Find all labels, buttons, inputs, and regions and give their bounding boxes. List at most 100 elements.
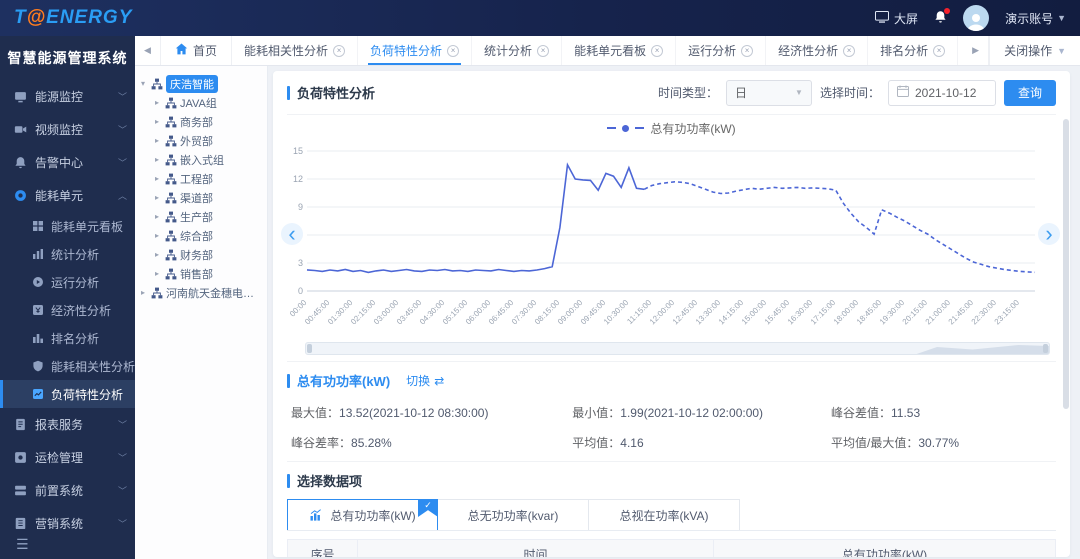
stat-value: 85.28%: [351, 436, 392, 450]
title-accent-bar: [287, 473, 290, 488]
stat-item-2: 峰谷差值：11.53: [831, 404, 1056, 421]
close-icon[interactable]: ×: [741, 44, 754, 57]
sidebar-item-7[interactable]: 营销系统 ﹀: [0, 507, 135, 529]
avatar[interactable]: [963, 5, 990, 31]
sidebar-item-0[interactable]: 能源监控 ﹀: [0, 80, 135, 113]
sidebar-item-5[interactable]: 运检管理 ﹀: [0, 441, 135, 474]
close-operations-dropdown[interactable]: 关闭操作 ▼: [990, 42, 1080, 59]
close-icon[interactable]: ×: [933, 44, 946, 57]
tree-node-label: 嵌入式组: [180, 154, 224, 167]
caret-right-icon: ▸: [155, 117, 160, 126]
tab-4[interactable]: 运行分析 ×: [676, 36, 767, 65]
tree-node-0-8[interactable]: ▸ 财务部: [141, 245, 263, 264]
query-button[interactable]: 查询: [1003, 79, 1056, 106]
caret-right-icon: ▸: [155, 250, 160, 259]
tree-node-0-9[interactable]: ▸ 销售部: [141, 264, 263, 283]
chart-prev-button[interactable]: ‹: [281, 223, 303, 245]
vertical-scrollbar[interactable]: [1063, 119, 1069, 409]
tree-node-0-5[interactable]: ▸ 渠道部: [141, 188, 263, 207]
report-icon: [14, 418, 27, 431]
tree-node-0-0[interactable]: ▸ JAVA组: [141, 93, 263, 112]
sidebar-item-4[interactable]: 报表服务 ﹀: [0, 408, 135, 441]
tab-home[interactable]: 首页: [161, 36, 233, 65]
tab-0[interactable]: 能耗相关性分析 ×: [232, 36, 359, 65]
video-icon: [14, 123, 27, 136]
datazoom-handle-right[interactable]: [1043, 344, 1048, 353]
big-screen-button[interactable]: 大屏: [875, 10, 918, 27]
load-curve-chart: ‹ › 0369121500:0000:45:0001:30:0002:15:0…: [281, 141, 1060, 355]
tab-2[interactable]: 统计分析 ×: [472, 36, 563, 65]
metric-tab-2[interactable]: 总视在功率(kVA)✓: [589, 499, 740, 530]
market-icon: [14, 517, 27, 529]
metric-tab-1[interactable]: 总无功功率(kvar)✓: [438, 499, 589, 530]
app-root: T@ENERGY 大屏 演示账号 ▼ 智慧能源管理系统 能源监控 ﹀ 视频监控 …: [0, 0, 1080, 559]
close-icon[interactable]: ×: [333, 44, 346, 57]
sidebar-item-3[interactable]: 能耗单元 ︿: [0, 179, 135, 212]
tab-5[interactable]: 经济性分析 ×: [766, 36, 869, 65]
bell-icon: [934, 10, 947, 27]
datazoom-slider[interactable]: [305, 342, 1050, 355]
sidebar-subitem-3-0[interactable]: 能耗单元看板: [0, 212, 135, 240]
switch-metric-link[interactable]: 切换 ⇄: [406, 372, 444, 389]
org-icon: [165, 211, 177, 223]
close-icon[interactable]: ×: [447, 44, 460, 57]
chart-canvas: 0369121500:0000:45:0001:30:0002:15:0003:…: [288, 146, 1036, 327]
logo-at: @: [26, 7, 47, 28]
date-picker[interactable]: 2021-10-12: [887, 79, 996, 106]
tabs-scroll-left-button[interactable]: ◀: [135, 36, 161, 65]
logo-rest: ENERGY: [46, 7, 133, 28]
chart-next-button[interactable]: ›: [1038, 223, 1060, 245]
sidebar-subitem-3-5[interactable]: 能耗相关性分析: [0, 352, 135, 380]
chevron-down-icon: ﹀: [117, 125, 127, 135]
svg-text:10:30:00: 10:30:00: [602, 298, 631, 327]
tab-3[interactable]: 能耗单元看板 ×: [562, 36, 677, 65]
sidebar-collapse-button[interactable]: ☰: [0, 529, 135, 559]
caret-right-icon: ▸: [141, 288, 146, 297]
svg-text:12: 12: [293, 174, 303, 184]
stat-item-0: 最大值：13.52(2021-10-12 08:30:00): [291, 404, 572, 421]
chart-legend[interactable]: 总有功功率(kW): [287, 115, 1056, 141]
svg-text:00:00: 00:00: [288, 298, 309, 319]
stat-label: 最小值：: [572, 406, 621, 420]
sidebar-subitem-label: 运行分析: [51, 275, 100, 290]
metric-tab-label: 总视在功率(kVA): [619, 508, 709, 523]
sidebar-subitem-3-1[interactable]: 统计分析: [0, 240, 135, 268]
datazoom-handle-left[interactable]: [307, 344, 312, 353]
sidebar-item-label: 能源监控: [35, 90, 84, 104]
notifications-button[interactable]: [934, 7, 951, 27]
tree-node-0-7[interactable]: ▸ 综合部: [141, 226, 263, 245]
sidebar-subitem-3-3[interactable]: 经济性分析: [0, 296, 135, 324]
tabs-scroll-right-button[interactable]: ▶: [963, 36, 990, 65]
tree-node-0-4[interactable]: ▸ 工程部: [141, 169, 263, 188]
sidebar-item-6[interactable]: 前置系统 ﹀: [0, 474, 135, 507]
org-icon: [165, 268, 177, 280]
sidebar-subitem-3-6[interactable]: 负荷特性分析: [0, 380, 135, 408]
stat-item-1: 最小值：1.99(2021-10-12 02:00:00): [572, 404, 831, 421]
svg-text:0: 0: [298, 286, 303, 296]
stats-section: 总有功功率(kW) 切换 ⇄ 最大值：13.52(2021-10-12 08:3…: [287, 361, 1056, 461]
sidebar-subitem-3-4[interactable]: 排名分析: [0, 324, 135, 352]
sidebar: 智慧能源管理系统 能源监控 ﹀ 视频监控 ﹀ 告警中心 ﹀ 能耗单元 ︿ 能耗单元看板 统计分析运…: [0, 36, 135, 559]
load-icon: [32, 388, 44, 400]
tree-node-root-0[interactable]: ▾ 庆浩智能: [141, 74, 263, 93]
sidebar-subitem-3-2[interactable]: 运行分析: [0, 268, 135, 296]
sidebar-item-2[interactable]: 告警中心 ﹀: [0, 146, 135, 179]
tree-node-0-2[interactable]: ▸ 外贸部: [141, 131, 263, 150]
tab-1[interactable]: 负荷特性分析 ×: [358, 36, 473, 65]
tab-6[interactable]: 排名分析 ×: [868, 36, 959, 65]
account-menu[interactable]: 演示账号 ▼: [1005, 10, 1066, 27]
tree-node-label: JAVA组: [180, 97, 217, 110]
tree-node-label: 财务部: [180, 249, 213, 262]
tab-label: 统计分析: [484, 44, 533, 58]
tree-node-0-3[interactable]: ▸ 嵌入式组: [141, 150, 263, 169]
metric-tab-label: 总有功功率(kW): [330, 508, 416, 523]
time-type-select[interactable]: 日 ▼: [725, 79, 812, 106]
close-icon[interactable]: ×: [843, 44, 856, 57]
metric-tab-0[interactable]: 总有功功率(kW) ✓: [287, 499, 438, 530]
tree-node-0-6[interactable]: ▸ 生产部: [141, 207, 263, 226]
close-icon[interactable]: ×: [651, 44, 664, 57]
tree-node-root-1[interactable]: ▸ 河南航天金穗电子有限公: [141, 283, 263, 302]
sidebar-item-1[interactable]: 视频监控 ﹀: [0, 113, 135, 146]
close-icon[interactable]: ×: [537, 44, 550, 57]
tree-node-0-1[interactable]: ▸ 商务部: [141, 112, 263, 131]
